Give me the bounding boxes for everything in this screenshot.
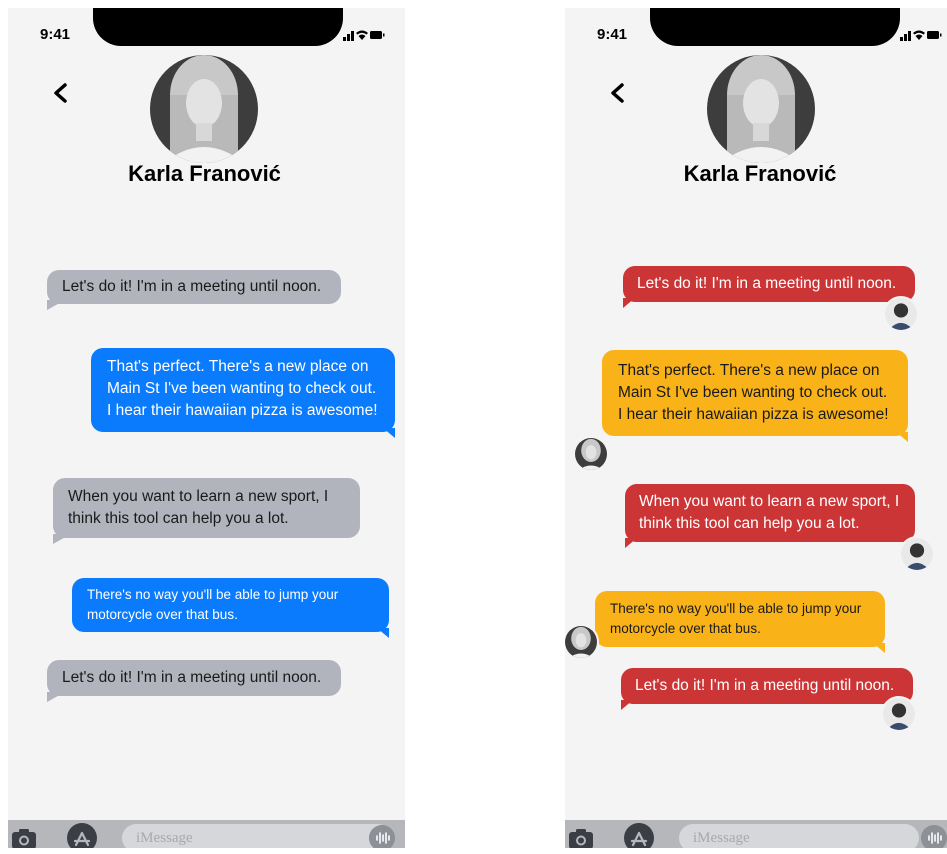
audio-icon[interactable] (369, 825, 395, 848)
contact-small-avatar (899, 536, 935, 572)
battery-icon (927, 31, 942, 39)
camera-icon[interactable] (567, 824, 595, 848)
wifi-icon (356, 30, 368, 40)
contact-small-avatar (881, 696, 917, 732)
status-icons (343, 30, 385, 41)
wifi-icon (913, 30, 925, 40)
back-chevron-icon[interactable] (46, 78, 76, 108)
message-bubble-contact: Let's do it! I'm in a meeting until noon… (621, 668, 913, 704)
contact-avatar[interactable] (707, 55, 815, 163)
message-input-bar (565, 820, 947, 848)
status-time: 9:41 (597, 26, 628, 43)
message-bubble-contact: When you want to learn a new sport, I th… (625, 484, 915, 542)
imessage-input[interactable] (679, 824, 919, 848)
camera-icon[interactable] (10, 824, 38, 848)
message-bubble-received: When you want to learn a new sport, I th… (53, 478, 360, 538)
app-store-icon[interactable] (623, 822, 655, 848)
imessage-input[interactable] (122, 824, 392, 848)
message-bubble-received: Let's do it! I'm in a meeting until noon… (47, 270, 341, 304)
app-store-icon[interactable] (66, 822, 98, 848)
contact-name: Karla Franović (683, 161, 837, 186)
user-small-avatar (565, 624, 599, 660)
message-text: There's no way you'll be able to jump yo… (87, 587, 339, 622)
signal-icon (343, 31, 354, 41)
audio-icon[interactable] (921, 825, 947, 848)
signal-icon (900, 31, 911, 41)
phone-screen-right: 9:41 Karla Franović Let's do it! I'm in … (565, 8, 947, 848)
contact-name: Karla Franović (128, 161, 281, 186)
phone-screen-left: 9:41 Karla Franović Let's do it! I'm in … (8, 8, 405, 848)
contact-avatar[interactable] (150, 55, 258, 163)
status-icons (900, 30, 942, 41)
user-small-avatar (573, 436, 609, 472)
message-bubble-sent: That's perfect. There's a new place on M… (91, 348, 395, 432)
notch (650, 8, 900, 46)
status-time: 9:41 (40, 26, 71, 43)
message-bubble-received: Let's do it! I'm in a meeting until noon… (47, 660, 341, 696)
message-text: Let's do it! I'm in a meeting until noon… (637, 275, 897, 292)
message-text: That's perfect. There's a new place on M… (107, 358, 378, 419)
message-text: Let's do it! I'm in a meeting until noon… (635, 677, 895, 694)
notch (93, 8, 343, 46)
message-text: Let's do it! I'm in a meeting until noon… (62, 278, 322, 295)
message-input-bar (8, 820, 405, 848)
message-text: When you want to learn a new sport, I th… (639, 493, 900, 532)
contact-small-avatar (883, 296, 919, 332)
back-chevron-icon[interactable] (603, 78, 633, 108)
battery-icon (370, 31, 385, 39)
message-text: Let's do it! I'm in a meeting until noon… (62, 669, 322, 686)
message-bubble-user: That's perfect. There's a new place on M… (602, 350, 908, 436)
message-text: There's no way you'll be able to jump yo… (610, 601, 862, 636)
message-bubble-sent: There's no way you'll be able to jump yo… (72, 578, 389, 632)
message-bubble-user: There's no way you'll be able to jump yo… (595, 591, 885, 647)
message-text: When you want to learn a new sport, I th… (68, 488, 329, 527)
message-text: That's perfect. There's a new place on M… (618, 362, 889, 423)
message-bubble-contact: Let's do it! I'm in a meeting until noon… (623, 266, 915, 302)
